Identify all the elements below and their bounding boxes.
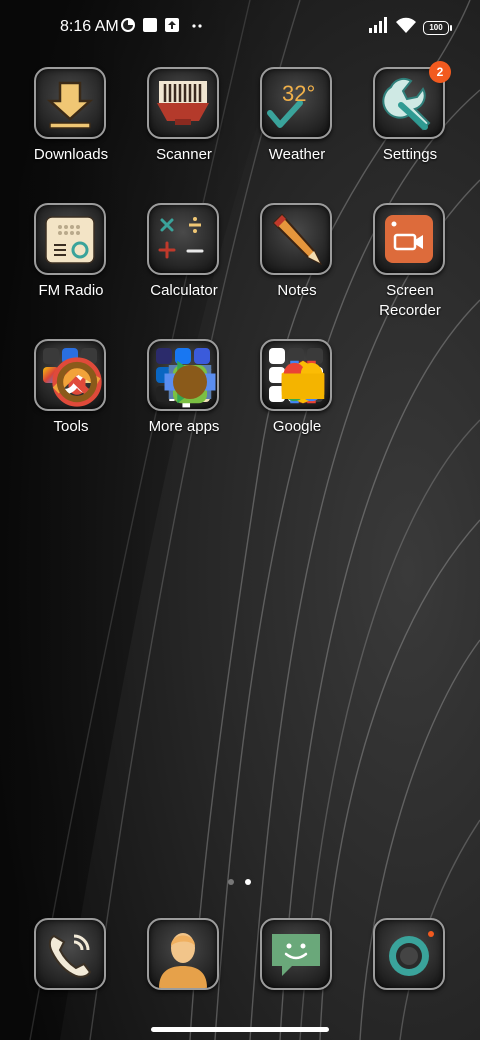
app-calculator[interactable]: Calculator: [128, 203, 240, 323]
weather-temperature-icon: 32°: [267, 81, 315, 128]
folder-preview: f in: [156, 348, 216, 409]
app-screen-recorder[interactable]: Screen Recorder: [354, 203, 466, 323]
wifi-icon: [396, 17, 416, 33]
status-time: 8:16 AM: [60, 18, 119, 35]
app-label: Settings: [382, 146, 438, 163]
app-label: Downloads: [33, 146, 109, 163]
phone-icon: [48, 934, 92, 978]
camera-lens-icon: [389, 931, 434, 976]
battery-level: 100: [429, 23, 443, 32]
folder-tools[interactable]: Tools: [15, 339, 127, 459]
upload-arrow-icon: [165, 18, 179, 32]
app-weather[interactable]: 32° Weather: [241, 67, 353, 187]
dock-messages[interactable]: [241, 918, 353, 992]
folder-label: Tools: [53, 418, 89, 435]
folder-label: More apps: [148, 418, 220, 435]
home-gesture-bar[interactable]: [151, 1027, 329, 1032]
weather-temp: 32°: [282, 81, 315, 106]
app-downloads[interactable]: Downloads: [15, 67, 127, 187]
app-label: Calculator: [150, 282, 218, 299]
notification-badge: 2: [429, 61, 451, 83]
app-label: Notes: [277, 282, 317, 299]
app-notes[interactable]: Notes: [241, 203, 353, 323]
video-camera-icon: [385, 215, 433, 263]
dock-contacts[interactable]: [128, 918, 240, 992]
folder-label: Google: [272, 418, 322, 435]
signal-icon: [369, 17, 387, 33]
folder-more-apps[interactable]: f in More apps: [128, 339, 240, 459]
app-fm-radio[interactable]: FM Radio: [15, 203, 127, 323]
calculator-symbols-icon: [158, 217, 204, 259]
dock-camera[interactable]: [354, 918, 466, 992]
radio-icon: [45, 216, 95, 264]
pencil-icon: [272, 213, 323, 266]
app-label: Scanner: [156, 146, 212, 163]
app-label: Weather: [268, 146, 326, 163]
app-label: FM Radio: [38, 282, 104, 299]
page-indicator-dot-2[interactable]: [245, 879, 251, 885]
app-settings[interactable]: Settings: [354, 67, 466, 187]
folder-preview: [43, 348, 102, 407]
more-dots-icon: [192, 24, 202, 28]
barcode-scanner-icon: [157, 81, 209, 125]
app-label-line1: Screen: [386, 282, 434, 299]
app-label: Screen Recorder: [354, 281, 466, 321]
message-smile-icon: [272, 934, 320, 976]
contact-person-icon: [159, 933, 207, 988]
page-indicator-dot-1[interactable]: [228, 879, 234, 885]
download-arrow-icon: [46, 81, 94, 129]
status-bar: 8:16 AM 100: [0, 0, 480, 56]
app-label-line2: Recorder: [379, 302, 441, 319]
battery-icon: 100: [423, 21, 452, 35]
folder-google[interactable]: G Google: [241, 339, 353, 459]
data-saver-icon: [121, 18, 135, 32]
folder-preview: G: [269, 348, 325, 409]
dock-phone[interactable]: [15, 918, 127, 992]
square-notification-icon: [143, 18, 157, 32]
app-scanner[interactable]: Scanner: [128, 67, 240, 187]
